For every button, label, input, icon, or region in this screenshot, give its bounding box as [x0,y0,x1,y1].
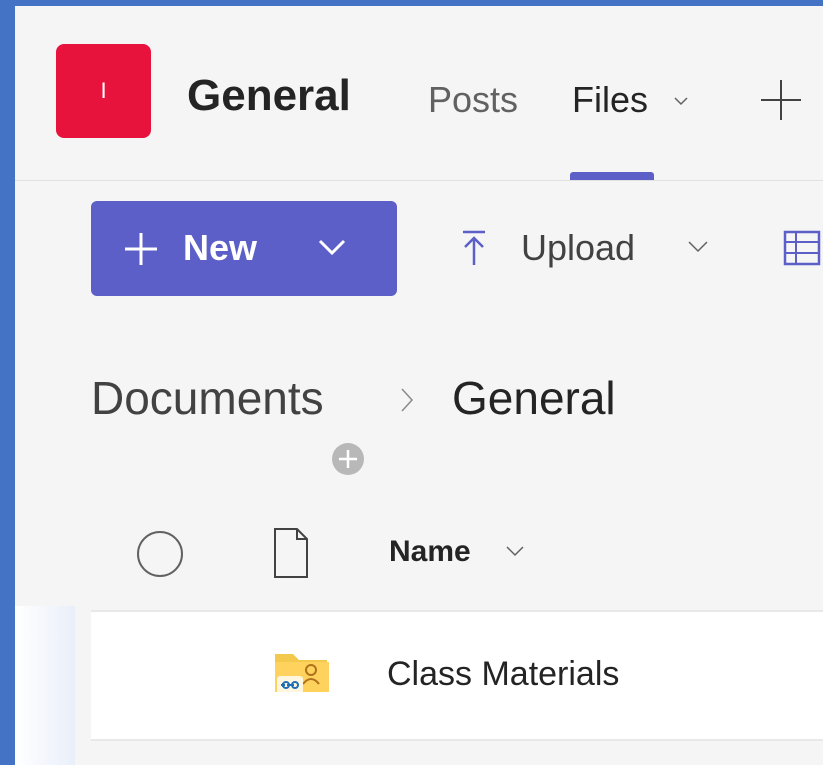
upload-button[interactable]: Upload [455,201,725,296]
active-tab-indicator [570,172,654,180]
file-row[interactable]: Class Materials [91,612,823,741]
window-edge-shadow [15,606,75,765]
add-column-icon[interactable] [331,442,365,476]
files-content: Documents General Name Class Materials [15,311,823,765]
chevron-down-icon[interactable] [673,78,689,122]
new-button[interactable]: New [91,201,397,296]
add-tab-plus-icon[interactable] [755,74,807,126]
chevron-down-icon[interactable] [505,545,525,559]
files-toolbar: New Upload [15,181,823,311]
channel-title: General [187,71,351,120]
tab-files[interactable]: Files [572,78,648,122]
breadcrumb-documents[interactable]: Documents [91,369,324,427]
teams-files-window: I General Posts Files New Upload Documen… [15,6,823,765]
team-avatar[interactable]: I [56,44,151,138]
breadcrumb-general: General [452,372,616,424]
tab-posts[interactable]: Posts [428,78,518,122]
file-list-header: Name [91,507,823,612]
file-type-icon [274,528,308,578]
channel-header: I General Posts Files [15,6,823,181]
new-button-label: New [183,227,258,268]
grid-view-icon[interactable] [782,228,822,268]
file-name[interactable]: Class Materials [387,652,619,696]
chevron-right-icon [401,388,414,412]
chevron-down-icon [688,241,708,253]
select-all-circle-icon[interactable] [135,529,185,579]
shared-folder-icon [275,654,329,694]
plus-icon [125,233,157,265]
name-column-header[interactable]: Name [389,532,471,572]
upload-icon [463,230,485,265]
chevron-down-icon [318,239,346,256]
upload-button-label: Upload [521,227,636,268]
